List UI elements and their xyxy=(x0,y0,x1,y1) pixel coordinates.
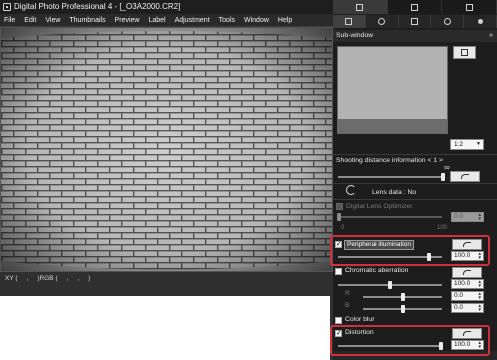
detail-icon xyxy=(443,18,451,25)
chroma-b-value[interactable]: 0.0 ▲ ▼ xyxy=(451,303,484,313)
menu-preview[interactable]: Preview xyxy=(115,14,140,26)
subtab-settings[interactable] xyxy=(464,15,497,28)
dlo-max-label: 100 xyxy=(437,225,448,231)
tab-crop[interactable] xyxy=(388,0,443,14)
peripheral-highlight-frame xyxy=(330,235,490,266)
adjust-icon xyxy=(356,3,364,11)
infinity-label: ∞ xyxy=(444,163,450,172)
fit-icon xyxy=(461,49,468,56)
chroma-r-value[interactable]: 0.0 ▲ ▼ xyxy=(451,291,484,301)
subtab-color[interactable] xyxy=(366,15,399,28)
refresh-icon[interactable] xyxy=(346,185,356,195)
chromatic-value[interactable]: 100.0 ▲ ▼ xyxy=(451,279,484,289)
menu-adjustment[interactable]: Adjustment xyxy=(175,14,210,26)
dlo-min-label: 0 xyxy=(341,225,345,231)
chroma-r-label: R xyxy=(345,290,350,297)
divider xyxy=(333,154,497,155)
tab-basic[interactable] xyxy=(333,0,388,14)
shooting-distance-label: Shooting distance information < 1 > xyxy=(336,157,443,164)
blank-area xyxy=(0,296,330,360)
chroma-r-knob[interactable] xyxy=(401,293,405,301)
dlo-slider[interactable] xyxy=(338,216,442,218)
lens-icon xyxy=(345,18,353,25)
tab-stamp[interactable] xyxy=(442,0,497,14)
zoom-select[interactable]: 1:2 ▼ xyxy=(450,139,484,150)
title-bar: Digital Photo Professional 4 - [_O3A2000… xyxy=(0,0,333,14)
chromatic-label: Chromatic aberration xyxy=(345,267,409,274)
divider xyxy=(333,199,497,200)
palette-tabs xyxy=(333,0,497,14)
chromatic-checkbox[interactable] xyxy=(335,268,342,275)
image-preview[interactable] xyxy=(0,27,333,272)
color-blur-label: Color blur xyxy=(345,316,375,323)
menu-bar: File Edit View Thumbnails Preview Label … xyxy=(0,14,333,27)
undo-icon xyxy=(461,174,469,179)
gear-icon xyxy=(477,19,483,24)
navigator-ground xyxy=(338,119,447,133)
menu-thumbnails[interactable]: Thumbnails xyxy=(69,14,105,26)
palette-subtabs xyxy=(333,15,497,28)
reset-distance-button[interactable] xyxy=(450,171,480,182)
dlo-value[interactable]: 0.0 ▲ ▼ xyxy=(451,212,484,222)
menu-tools[interactable]: Tools xyxy=(219,14,235,26)
tool-palette: Sub-window » 1:2 ▼ Shooting distance inf… xyxy=(333,0,497,360)
brick-wall-photo xyxy=(1,28,332,271)
subwindow-header: Sub-window » xyxy=(333,30,497,42)
dlo-knob[interactable] xyxy=(337,213,341,221)
app-icon xyxy=(3,3,11,11)
navigator-wall xyxy=(338,47,447,119)
menu-label[interactable]: Label xyxy=(148,14,165,26)
collapse-icon[interactable]: » xyxy=(489,30,493,42)
stamp-icon xyxy=(465,3,473,11)
chevron-down-icon: ▼ xyxy=(476,141,481,147)
navigator-thumbnail[interactable] xyxy=(337,46,448,134)
subtab-lens[interactable] xyxy=(333,15,366,28)
distortion-highlight-frame xyxy=(330,325,490,356)
reset-chromatic-button[interactable] xyxy=(452,267,482,278)
menu-file[interactable]: File xyxy=(4,14,15,26)
shooting-distance-knob[interactable] xyxy=(441,173,445,181)
divider xyxy=(333,183,497,184)
subtab-tone[interactable] xyxy=(399,15,432,28)
tone-icon xyxy=(410,18,418,25)
chroma-b-label: B xyxy=(345,302,350,309)
crop-icon xyxy=(411,3,418,11)
menu-edit[interactable]: Edit xyxy=(24,14,36,26)
color-blur-checkbox[interactable] xyxy=(335,317,342,324)
menu-help[interactable]: Help xyxy=(278,14,292,26)
dlo-checkbox[interactable] xyxy=(336,203,343,210)
undo-icon xyxy=(463,270,471,275)
dlo-label: Digital Lens Optimizer xyxy=(346,203,413,210)
zoom-value: 1:2 xyxy=(454,141,464,148)
menu-window[interactable]: Window xyxy=(244,14,269,26)
fit-to-window-button[interactable] xyxy=(453,46,476,59)
subwindow-label: Sub-window xyxy=(336,32,374,39)
color-icon xyxy=(378,18,386,25)
chroma-b-knob[interactable] xyxy=(401,305,405,313)
window-title: Digital Photo Professional 4 - [_O3A2000… xyxy=(14,2,181,11)
shooting-distance-slider[interactable] xyxy=(338,176,442,178)
lens-data-label: Lens data : No xyxy=(372,189,417,196)
subtab-detail[interactable] xyxy=(431,15,465,28)
menu-view[interactable]: View xyxy=(45,14,60,26)
pixel-coordinates: XY ( , )RGB ( , , ) xyxy=(5,275,91,282)
chromatic-knob[interactable] xyxy=(388,281,392,289)
